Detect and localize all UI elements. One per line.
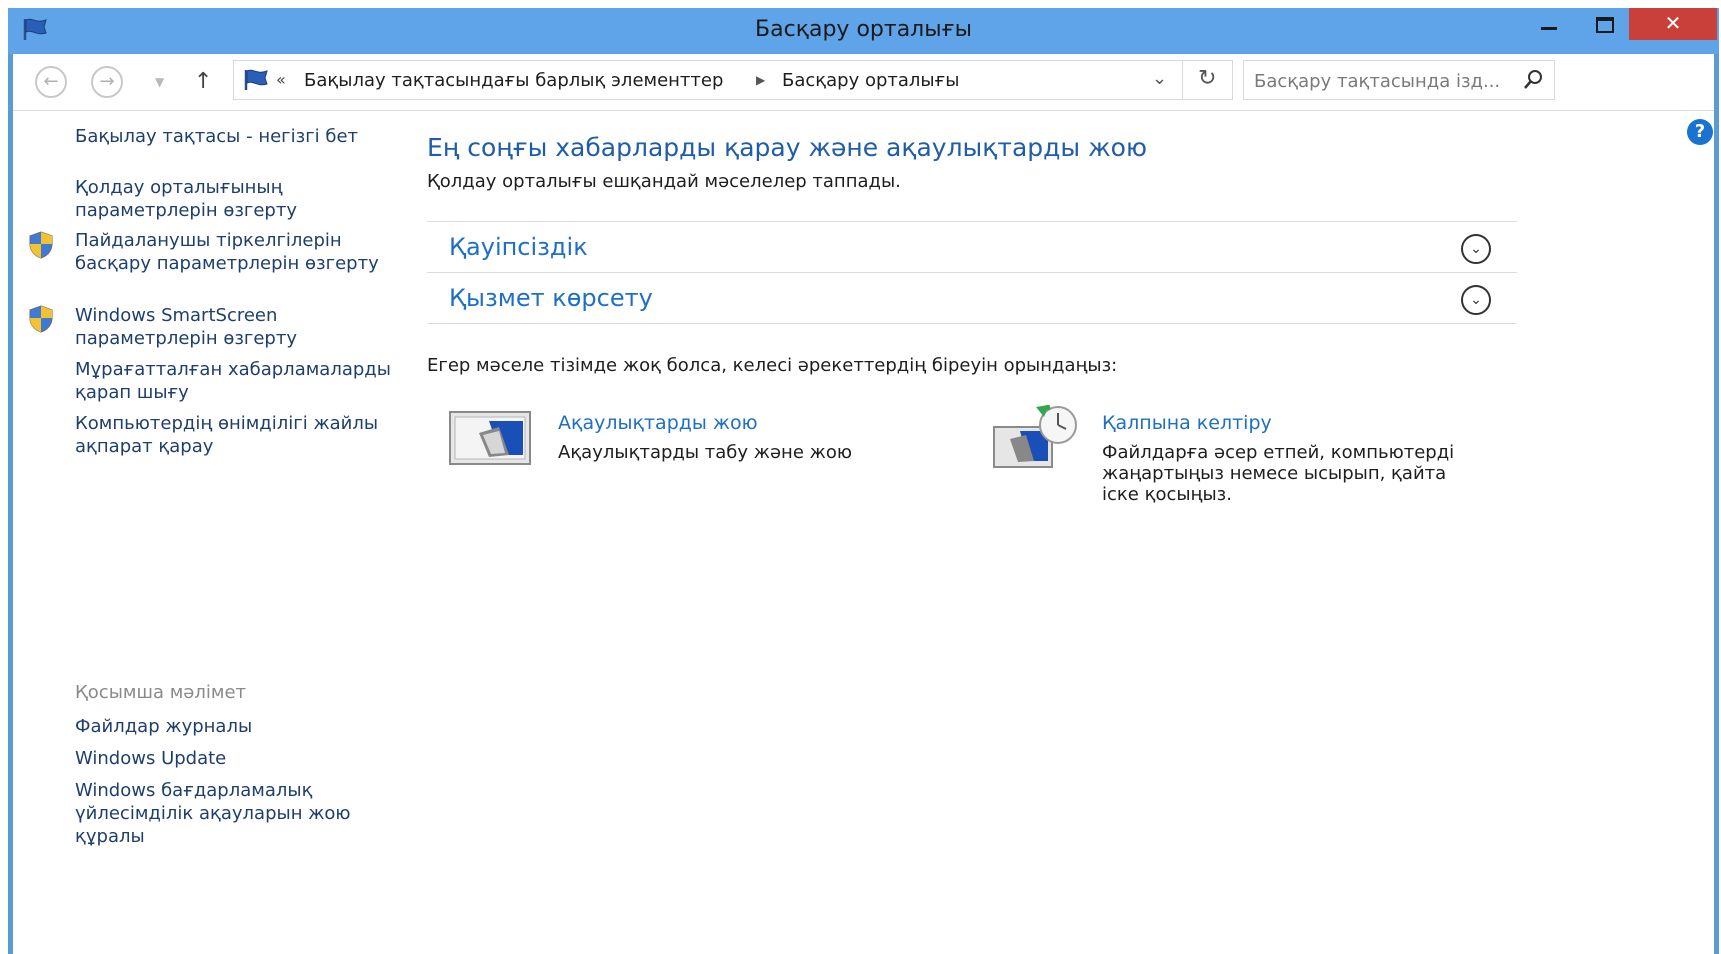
breadcrumb-overflow-icon[interactable]: « xyxy=(276,70,286,89)
recent-locations-button[interactable]: ▼ xyxy=(151,66,171,102)
uac-shield-icon xyxy=(28,305,54,337)
troubleshooting-description: Ақаулықтарды табу және жою xyxy=(558,442,853,463)
breadcrumb-all-items[interactable]: Бақылау тақтасындағы барлық элементтер xyxy=(304,70,723,91)
sidebar-link-windows-update[interactable]: Windows Update xyxy=(75,747,415,770)
title-bar[interactable]: Басқару орталығы ✕ xyxy=(8,8,1719,54)
chevron-down-icon[interactable]: ⌄ xyxy=(1461,285,1491,315)
status-message: Қолдау орталығы ешқандай мәселелер таппа… xyxy=(427,171,901,192)
sidebar-link-performance-info[interactable]: Компьютердің өнімділігі жайлы ақпарат қа… xyxy=(75,412,415,458)
maximize-icon xyxy=(1596,17,1614,33)
search-icon[interactable] xyxy=(1522,69,1544,95)
sidebar-link-change-action-center-settings[interactable]: Қолдау орталығының параметрлерін өзгерту xyxy=(75,176,415,222)
recovery-clock-icon[interactable] xyxy=(992,404,1084,475)
up-button[interactable]: ↑ xyxy=(191,66,217,102)
minimize-button[interactable] xyxy=(1520,8,1578,40)
recovery-description: Файлдарға әсер етпей, компьютерді жаңарт… xyxy=(1102,442,1455,505)
sidebar-link-smartscreen-settings[interactable]: Windows SmartScreen параметрлерін өзгерт… xyxy=(75,304,415,350)
section-security-label[interactable]: Қауіпсіздік xyxy=(449,233,588,261)
troubleshooting-link[interactable]: Ақаулықтарды жою xyxy=(558,412,758,434)
address-bar[interactable]: « Бақылау тақтасындағы барлық элементтер… xyxy=(233,60,1233,100)
minimize-icon xyxy=(1541,27,1557,30)
see-also-heading: Қосымша мәлімет xyxy=(75,682,246,703)
back-arrow-icon: ← xyxy=(35,66,67,98)
help-icon[interactable]: ? xyxy=(1687,119,1713,145)
breadcrumb-action-center[interactable]: Басқару орталығы xyxy=(782,70,960,91)
action-center-flag-icon xyxy=(242,68,270,96)
section-divider xyxy=(427,323,1517,324)
search-box[interactable] xyxy=(1243,60,1555,100)
sidebar-link-control-panel-home[interactable]: Бақылау тақтасы - негізгі бет xyxy=(75,125,415,148)
navigation-bar: ← → ▼ ↑ « Бақылау тақтасындағы барлық эл… xyxy=(13,54,1714,111)
section-security[interactable]: Қауіпсіздік ⌄ xyxy=(427,221,1517,273)
breadcrumb-separator-icon[interactable]: ▶ xyxy=(756,73,765,87)
suggestion-prompt: Егер мәселе тізімде жоқ болса, келесі әр… xyxy=(427,355,1118,376)
refresh-icon[interactable]: ↻ xyxy=(1198,66,1216,91)
search-input[interactable] xyxy=(1252,67,1518,95)
forward-arrow-glyph: → xyxy=(99,71,115,92)
chevron-down-icon: ▼ xyxy=(155,75,165,89)
close-icon: ✕ xyxy=(1664,11,1682,35)
forward-arrow-icon: → xyxy=(91,66,123,98)
sidebar-link-compatibility-troubleshooter[interactable]: Windows бағдарламалық үйлесімділік ақаул… xyxy=(75,779,415,848)
uac-shield-icon xyxy=(28,231,54,263)
recovery-link[interactable]: Қалпына келтіру xyxy=(1102,412,1272,434)
address-dropdown-icon[interactable]: ⌄ xyxy=(1152,68,1167,89)
section-maintenance-label[interactable]: Қызмет көрсету xyxy=(449,284,653,312)
section-maintenance[interactable]: Қызмет көрсету ⌄ xyxy=(427,272,1517,324)
maximize-button[interactable] xyxy=(1576,8,1634,40)
page-title: Ең соңғы хабарларды қарау және ақаулықта… xyxy=(427,133,1147,162)
sidebar-link-file-history[interactable]: Файлдар журналы xyxy=(75,715,415,738)
chevron-down-icon[interactable]: ⌄ xyxy=(1461,234,1491,264)
close-button[interactable]: ✕ xyxy=(1629,8,1717,40)
back-button[interactable]: ← xyxy=(35,66,71,102)
back-arrow-glyph: ← xyxy=(43,71,59,92)
troubleshooting-monitor-icon[interactable] xyxy=(449,409,533,473)
sidebar-link-archived-messages[interactable]: Мұрағатталған хабарламаларды қарап шығу xyxy=(75,358,415,404)
sidebar-link-user-account-control[interactable]: Пайдаланушы тіркелгілерін басқару параме… xyxy=(75,229,415,275)
address-divider xyxy=(1182,61,1183,99)
forward-button[interactable]: → xyxy=(91,66,127,102)
window-title: Басқару орталығы xyxy=(755,17,972,42)
up-arrow-icon: ↑ xyxy=(194,69,213,94)
